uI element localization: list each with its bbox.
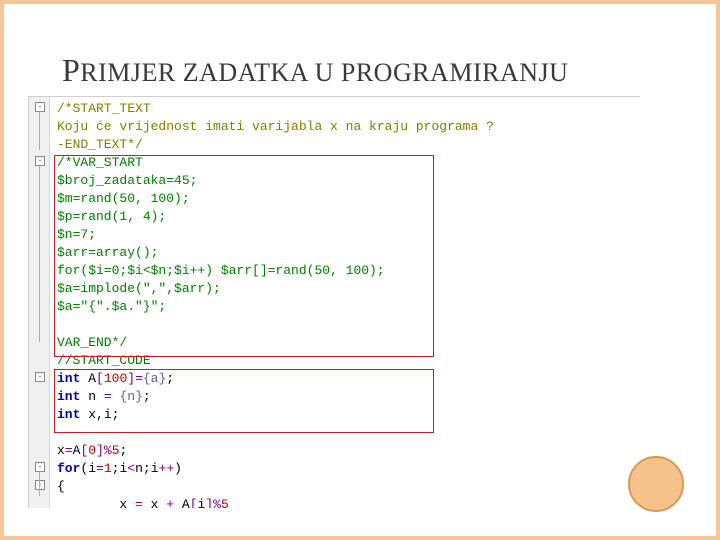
fold-line	[39, 112, 40, 150]
code-snippet-box: - - - - - /*START_TEXT Koju će vrijednos…	[28, 96, 640, 508]
fold-marker: -	[35, 480, 45, 490]
fold-marker: -	[35, 372, 45, 382]
source-code: /*START_TEXT Koju će vrijednost imati va…	[57, 100, 494, 508]
fold-marker: -	[35, 102, 45, 112]
decorative-circle-icon	[628, 456, 684, 512]
fold-line	[39, 166, 40, 342]
fold-marker: -	[35, 462, 45, 472]
fold-marker: -	[35, 156, 45, 166]
fold-line	[39, 472, 40, 496]
slide-frame: PRIMJER ZADATKA U PROGRAMIRANJU - - - - …	[0, 0, 720, 540]
slide-title: PRIMJER ZADATKA U PROGRAMIRANJU	[62, 52, 568, 89]
